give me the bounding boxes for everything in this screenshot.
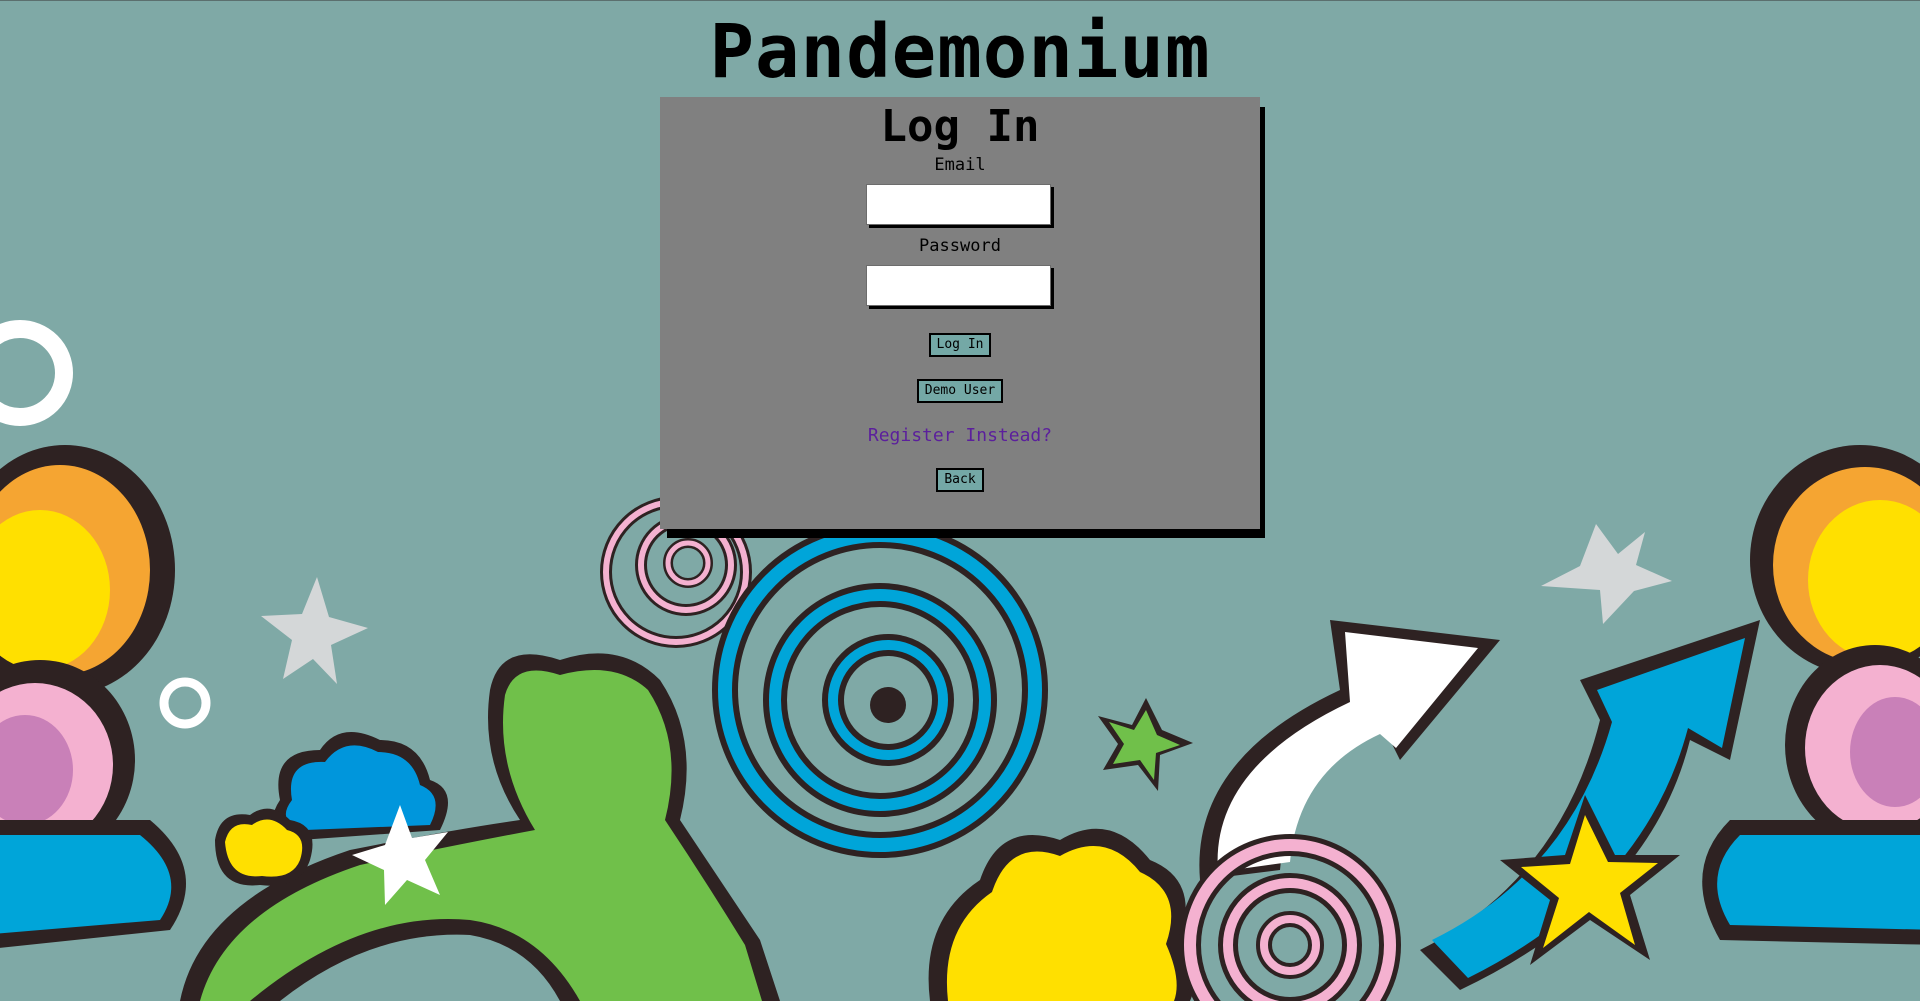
- email-field-wrap: [866, 184, 1054, 229]
- login-panel: Log In Email Password Log In Demo User R…: [660, 97, 1260, 529]
- password-field[interactable]: [866, 265, 1051, 307]
- password-label: Password: [919, 236, 1001, 257]
- register-link[interactable]: Register Instead?: [868, 425, 1052, 446]
- email-label: Email: [934, 155, 986, 176]
- password-field-wrap: [866, 265, 1054, 310]
- back-button[interactable]: Back: [936, 468, 984, 493]
- login-heading: Log In: [880, 101, 1040, 152]
- demo-button-row: Demo User: [660, 379, 1260, 404]
- register-row: Register Instead?: [660, 425, 1260, 446]
- back-button-row: Back: [660, 468, 1260, 493]
- site-title: Pandemonium: [709, 9, 1211, 95]
- login-button-row: Log In: [660, 333, 1260, 358]
- log-in-button[interactable]: Log In: [928, 333, 992, 358]
- demo-user-button[interactable]: Demo User: [916, 379, 1004, 404]
- email-field[interactable]: [866, 184, 1051, 226]
